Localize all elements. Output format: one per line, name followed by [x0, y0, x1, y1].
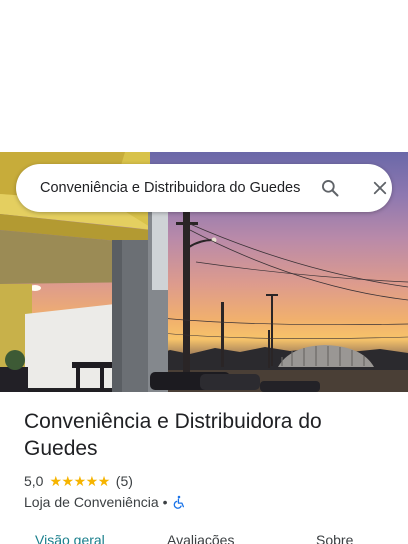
place-tabs: Visão geral Avaliações Sobre [0, 530, 408, 544]
search-icon [322, 180, 339, 197]
place-title: Conveniência e Distribuidora do Guedes [24, 410, 322, 460]
tab-about[interactable]: Sobre [316, 532, 353, 544]
star-icon: ★ [49, 473, 62, 489]
search-input[interactable]: Conveniência e Distribuidora do Guedes [40, 178, 302, 198]
star-icon: ★ [61, 473, 75, 489]
search-bar[interactable]: Conveniência e Distribuidora do Guedes [16, 164, 392, 212]
star-icon: ★ [85, 473, 99, 489]
close-button[interactable] [368, 176, 392, 200]
map-blank-area [0, 0, 408, 152]
rating-value: 5,0 [24, 473, 44, 489]
place-info-panel: Conveniência e Distribuidora do Guedes 5… [0, 392, 408, 544]
tab-reviews[interactable]: Avaliações [167, 532, 234, 544]
close-icon [373, 181, 387, 195]
category-row: Loja de Conveniência • [24, 493, 186, 511]
star-icon: ★ [73, 473, 87, 489]
tab-overview[interactable]: Visão geral [35, 532, 105, 544]
star-icon: ★ [97, 473, 111, 489]
search-button[interactable] [316, 176, 344, 200]
review-count[interactable]: (5) [116, 473, 133, 489]
place-category: Loja de Conveniência [24, 494, 159, 510]
rating-row[interactable]: 5,0 ★ ★ ★ ★ ★ (5) [24, 472, 133, 490]
star-rating: ★ ★ ★ ★ ★ [49, 473, 111, 489]
wheelchair-icon [172, 495, 186, 509]
separator: • [162, 494, 168, 510]
